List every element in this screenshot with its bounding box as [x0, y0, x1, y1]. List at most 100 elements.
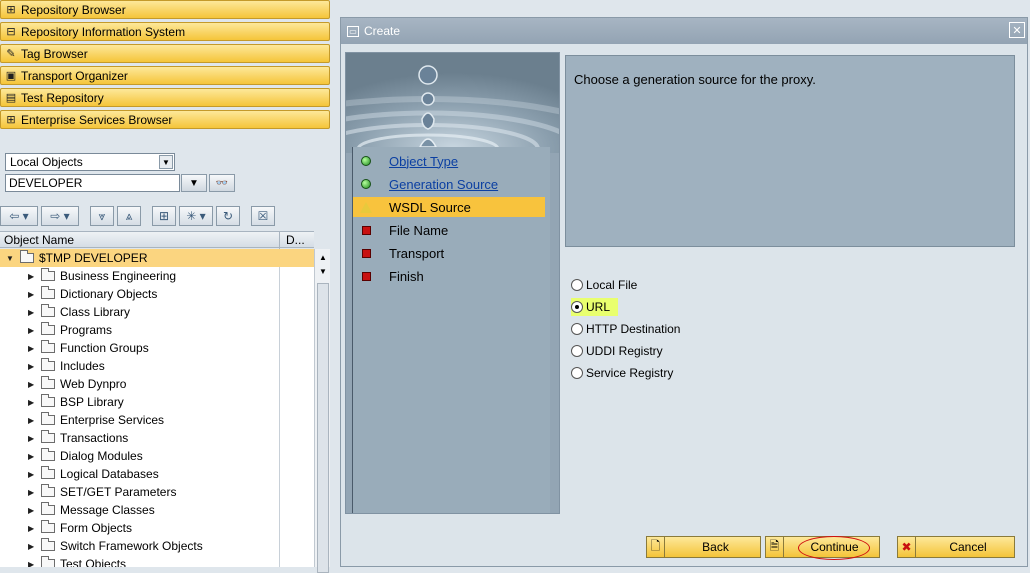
radio-label: UDDI Registry	[586, 344, 663, 358]
object-type-dropdown[interactable]: Local Objects ▼	[5, 153, 175, 171]
step-label: File Name	[389, 222, 449, 238]
radio-local-file[interactable]: Local File	[571, 276, 637, 294]
wizard-step-list: Object Type Generation Source WSDL Source F…	[352, 147, 550, 513]
forward-nav-button[interactable]: ⇨ ▾	[41, 206, 79, 226]
close-button[interactable]: ✕	[1009, 22, 1025, 38]
radio-button[interactable]	[571, 367, 583, 379]
step-transport: Transport	[353, 243, 545, 263]
tree-item[interactable]: ▶ Programs	[0, 321, 279, 339]
step-label: Finish	[389, 268, 424, 284]
column-d[interactable]: D...	[286, 233, 305, 247]
cancel-button[interactable]: ✖ Cancel	[897, 536, 1015, 558]
nav-label: Tag Browser	[21, 46, 88, 61]
expand-triangle-icon[interactable]: ▶	[28, 416, 38, 425]
tree-item[interactable]: ▶ SET/GET Parameters	[0, 483, 279, 501]
expand-triangle-icon[interactable]: ▼	[6, 254, 16, 263]
step-link[interactable]: Generation Source	[389, 177, 498, 192]
back-label: Back	[702, 540, 729, 554]
tree-item-label: Transactions	[60, 431, 129, 445]
radio-uddi-registry[interactable]: UDDI Registry	[571, 342, 663, 360]
tree-item[interactable]: ▶ Dictionary Objects	[0, 285, 279, 303]
folder-icon	[41, 304, 55, 317]
nav-repository-information-system[interactable]: ⊟ Repository Information System	[0, 22, 330, 41]
dropdown-arrow-button[interactable]: ▼	[181, 174, 207, 192]
column-separator	[279, 232, 280, 249]
step-generation-source[interactable]: Generation Source	[353, 174, 545, 194]
scroll-up-icon[interactable]: ▲	[317, 253, 329, 265]
expand-triangle-icon[interactable]: ▶	[28, 434, 38, 443]
tree-item[interactable]: ▶ Dialog Modules	[0, 447, 279, 465]
settings-button[interactable]: ✳ ▾	[179, 206, 213, 226]
tree-item[interactable]: ▶ Test Objects	[0, 555, 279, 567]
scroll-thumb[interactable]	[317, 283, 329, 573]
expand-triangle-icon[interactable]: ▶	[28, 344, 38, 353]
step-link[interactable]: Object Type	[389, 154, 458, 169]
step-object-type[interactable]: Object Type	[353, 151, 545, 171]
tree-item-label: Dictionary Objects	[60, 287, 158, 301]
tree-item-label: Dialog Modules	[60, 449, 143, 463]
tree-item[interactable]: ▶ Transactions	[0, 429, 279, 447]
expand-triangle-icon[interactable]: ▶	[28, 506, 38, 515]
expand-triangle-icon[interactable]: ▶	[28, 524, 38, 533]
nav-transport-organizer[interactable]: ▣ Transport Organizer	[0, 66, 330, 85]
expand-triangle-icon[interactable]: ▶	[28, 272, 38, 281]
continue-button[interactable]: 🗎 Continue	[765, 536, 880, 558]
expand-button[interactable]: ⩔	[90, 206, 114, 226]
radio-http-destination[interactable]: HTTP Destination	[571, 320, 680, 338]
back-nav-button[interactable]: ⇦ ▾	[0, 206, 38, 226]
folder-icon	[41, 556, 55, 567]
tree-item[interactable]: ▶ Includes	[0, 357, 279, 375]
chevron-down-icon: ▼	[159, 155, 173, 169]
tree-root-row[interactable]: ▼ $TMP DEVELOPER	[0, 249, 314, 267]
expand-triangle-icon[interactable]: ▶	[28, 326, 38, 335]
radio-button[interactable]	[571, 301, 583, 313]
status-pending-icon	[359, 224, 373, 236]
expand-triangle-icon[interactable]: ▶	[28, 488, 38, 497]
collapse-button[interactable]: ⩓	[117, 206, 141, 226]
tree-item-label: Enterprise Services	[60, 413, 165, 427]
hierarchy-button[interactable]: ⊞	[152, 206, 176, 226]
expand-triangle-icon[interactable]: ▶	[28, 560, 38, 568]
nav-enterprise-services-browser[interactable]: ⊞ Enterprise Services Browser	[0, 110, 330, 129]
tree-item[interactable]: ▶ BSP Library	[0, 393, 279, 411]
tree-item[interactable]: ▶ Message Classes	[0, 501, 279, 519]
tree-item[interactable]: ▶ Web Dynpro	[0, 375, 279, 393]
tree-item[interactable]: ▶ Switch Framework Objects	[0, 537, 279, 555]
tree-item-label: Function Groups	[60, 341, 149, 355]
tree-scrollbar[interactable]: ▲ ▼	[314, 249, 330, 573]
display-glasses-button[interactable]: 👓	[209, 174, 235, 192]
radio-url[interactable]: URL	[571, 298, 619, 316]
tree-item-label: Form Objects	[60, 521, 133, 535]
nav-test-repository[interactable]: ▤ Test Repository	[0, 88, 330, 107]
tree-item[interactable]: ▶ Enterprise Services	[0, 411, 279, 429]
wizard-steps-panel: Object Type Generation Source WSDL Source F…	[345, 52, 560, 514]
tree-item[interactable]: ▶ Class Library	[0, 303, 279, 321]
tree-item[interactable]: ▶ Logical Databases	[0, 465, 279, 483]
close-tree-button[interactable]: ☒	[251, 206, 275, 226]
column-object-name[interactable]: Object Name	[4, 233, 74, 247]
expand-triangle-icon[interactable]: ▶	[28, 308, 38, 317]
radio-button[interactable]	[571, 345, 583, 357]
back-button[interactable]: 🗋 Back	[646, 536, 761, 558]
tree-item[interactable]: ▶ Form Objects	[0, 519, 279, 537]
expand-triangle-icon[interactable]: ▶	[28, 290, 38, 299]
expand-triangle-icon[interactable]: ▶	[28, 452, 38, 461]
scroll-down-icon[interactable]: ▼	[317, 267, 329, 279]
radio-service-registry[interactable]: Service Registry	[571, 364, 673, 382]
folder-icon	[41, 376, 55, 389]
cancel-x-icon: ✖	[898, 537, 916, 557]
expand-triangle-icon[interactable]: ▶	[28, 398, 38, 407]
nav-repository-browser[interactable]: ⊞ Repository Browser	[0, 0, 330, 19]
user-input[interactable]: DEVELOPER	[5, 174, 180, 192]
tree-item-label: Switch Framework Objects	[60, 539, 203, 553]
radio-button[interactable]	[571, 323, 583, 335]
nav-tag-browser[interactable]: ✎ Tag Browser	[0, 44, 330, 63]
expand-triangle-icon[interactable]: ▶	[28, 380, 38, 389]
expand-triangle-icon[interactable]: ▶	[28, 542, 38, 551]
expand-triangle-icon[interactable]: ▶	[28, 470, 38, 479]
expand-triangle-icon[interactable]: ▶	[28, 362, 38, 371]
tree-item[interactable]: ▶ Business Engineering	[0, 267, 279, 285]
radio-button[interactable]	[571, 279, 583, 291]
tree-item[interactable]: ▶ Function Groups	[0, 339, 279, 357]
refresh-button[interactable]: ↻	[216, 206, 240, 226]
